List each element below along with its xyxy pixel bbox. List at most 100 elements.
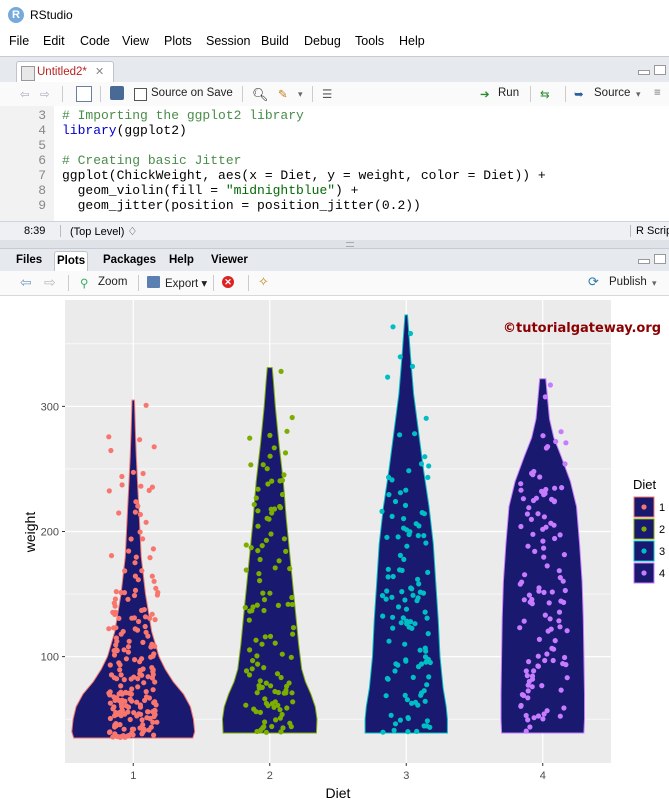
menu-plots[interactable]: Plots xyxy=(164,34,192,48)
jitter-point xyxy=(558,687,564,693)
chevron-down-icon[interactable]: ▾ xyxy=(636,89,641,100)
r-script-file-icon xyxy=(21,66,35,81)
jitter-point xyxy=(140,729,146,735)
jitter-point xyxy=(540,526,546,532)
code-editor[interactable]: 3456789 # Importing the ggplot2 library l… xyxy=(0,106,669,221)
jitter-point xyxy=(409,625,415,631)
jitter-point xyxy=(289,601,295,608)
show-in-window-icon[interactable] xyxy=(76,86,92,102)
jitter-point xyxy=(129,730,135,736)
jitter-point xyxy=(130,469,136,475)
jitter-point xyxy=(121,677,127,683)
jitter-point xyxy=(422,609,428,615)
jitter-point xyxy=(264,466,270,472)
chevron-down-icon[interactable]: ▾ xyxy=(652,278,657,289)
document-outline-icon[interactable]: ☰ xyxy=(322,87,332,101)
jitter-point xyxy=(255,523,261,529)
zoom-icon[interactable]: ⚲ xyxy=(80,276,88,290)
jitter-point xyxy=(406,468,412,474)
jitter-point xyxy=(392,668,398,674)
maximize-pane-icon[interactable] xyxy=(654,65,666,75)
jitter-point xyxy=(282,450,289,456)
jitter-point xyxy=(151,732,157,738)
jitter-point xyxy=(263,680,269,686)
jitter-point xyxy=(268,531,274,537)
editor-toolbar: ⇦ ⇨ Source on Save 🔍︎ ✎ ▾ ☰ ➔ Run ⇆ ➥ So… xyxy=(0,82,669,107)
jitter-point xyxy=(524,673,530,679)
jitter-point xyxy=(263,537,269,543)
jitter-point xyxy=(562,461,568,467)
tab-files[interactable]: Files xyxy=(14,251,44,270)
jitter-point xyxy=(397,432,403,438)
menu-tools[interactable]: Tools xyxy=(355,34,384,48)
jitter-point xyxy=(548,520,554,526)
publish-button[interactable]: Publish xyxy=(609,276,647,288)
zoom-button[interactable]: Zoom xyxy=(98,276,127,288)
jitter-point xyxy=(116,660,122,666)
clear-all-broom-icon[interactable]: ✧ xyxy=(258,274,269,290)
previous-plot-icon[interactable]: ⇦ xyxy=(20,274,32,291)
source-button[interactable]: Source xyxy=(594,87,630,99)
close-tab-icon[interactable]: ✕ xyxy=(95,65,104,78)
back-arrow-icon[interactable]: ⇦ xyxy=(20,87,30,101)
code-line: # Creating basic Jitter xyxy=(62,153,241,168)
save-icon[interactable] xyxy=(110,86,124,100)
jitter-point xyxy=(116,615,122,621)
rerun-icon[interactable]: ⇆ xyxy=(540,87,550,101)
jitter-point xyxy=(284,705,290,711)
menu-debug[interactable]: Debug xyxy=(304,34,341,48)
jitter-point xyxy=(127,716,133,723)
jitter-point xyxy=(402,641,408,647)
jitter-point xyxy=(272,565,278,571)
jitter-point xyxy=(544,708,550,714)
menu-view[interactable]: View xyxy=(122,34,149,48)
menu-file[interactable]: File xyxy=(9,34,29,48)
minimize-pane-icon[interactable] xyxy=(638,259,650,264)
export-button[interactable]: Export ▾ xyxy=(165,276,207,290)
menu-session[interactable]: Session xyxy=(206,34,250,48)
file-type-selector[interactable]: R Script xyxy=(636,225,669,237)
remove-plot-icon[interactable]: ✕ xyxy=(222,276,234,288)
run-arrow-icon[interactable]: ➔ xyxy=(480,87,490,101)
next-plot-icon[interactable]: ⇨ xyxy=(44,274,56,291)
legend: Diet1 2 3 4 xyxy=(633,477,665,584)
maximize-pane-icon[interactable] xyxy=(654,254,666,264)
tab-untitled2[interactable]: Untitled2* ✕ xyxy=(16,61,114,84)
jitter-point xyxy=(391,727,397,733)
run-button[interactable]: Run xyxy=(498,87,519,99)
forward-arrow-icon[interactable]: ⇨ xyxy=(40,87,50,101)
tab-packages[interactable]: Packages xyxy=(101,251,158,270)
source-on-save-checkbox[interactable] xyxy=(134,88,147,101)
jitter-point xyxy=(547,616,553,622)
source-arrow-icon[interactable]: ➥ xyxy=(574,87,584,101)
jitter-point xyxy=(424,682,430,688)
jitter-point xyxy=(532,548,538,554)
magic-wand-icon[interactable]: ✎ xyxy=(278,87,288,101)
jitter-point xyxy=(281,472,287,478)
jitter-point xyxy=(541,545,547,551)
menu-build[interactable]: Build xyxy=(261,34,289,48)
jitter-point xyxy=(406,531,412,538)
menu-edit[interactable]: Edit xyxy=(43,34,65,48)
jitter-point xyxy=(243,542,249,548)
pane-splitter[interactable] xyxy=(0,240,669,248)
overflow-menu-icon[interactable]: ≡ xyxy=(654,87,661,99)
scope-selector[interactable]: (Top Level) ♢ xyxy=(70,225,137,238)
publish-icon[interactable]: ⟳ xyxy=(588,274,599,290)
jitter-point xyxy=(267,453,273,459)
chevron-down-icon[interactable]: ▾ xyxy=(298,89,303,100)
tab-plots[interactable]: Plots xyxy=(54,251,89,271)
jitter-point xyxy=(290,699,296,705)
jitter-point xyxy=(150,687,156,693)
tab-viewer[interactable]: Viewer xyxy=(209,251,250,270)
jitter-point xyxy=(247,608,253,614)
editor-tab-strip: Untitled2* ✕ xyxy=(0,56,669,84)
menu-help[interactable]: Help xyxy=(399,34,425,48)
minimize-pane-icon[interactable] xyxy=(638,70,650,75)
jitter-point xyxy=(541,514,548,520)
search-icon[interactable]: 🔍︎ xyxy=(252,87,269,103)
tab-help[interactable]: Help xyxy=(167,251,196,270)
watermark-text: ©tutorialgateway.org xyxy=(503,321,661,336)
menu-code[interactable]: Code xyxy=(80,34,110,48)
jitter-point xyxy=(544,563,550,569)
